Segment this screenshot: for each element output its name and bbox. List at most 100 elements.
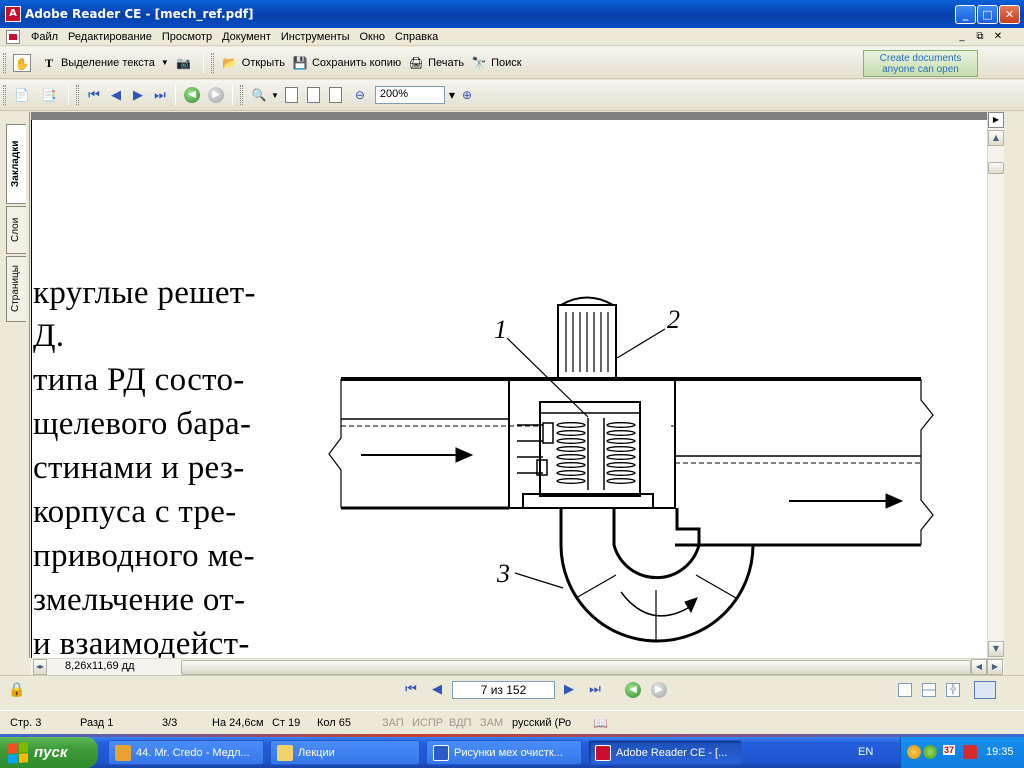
scroll-left-icon[interactable]: ◀ <box>971 659 987 675</box>
tray-badge[interactable]: 37 <box>943 745 956 755</box>
single-page-layout-icon[interactable] <box>898 683 912 697</box>
menu-document[interactable]: Документ <box>217 31 276 43</box>
folder-open-icon: 📂 <box>222 55 238 70</box>
status-extend[interactable]: ВДП <box>449 717 471 729</box>
attach-panel-button[interactable]: 📑 <box>37 84 64 106</box>
doc-close-button[interactable]: ✕ <box>990 30 1006 44</box>
continuous-layout-icon[interactable] <box>922 683 936 697</box>
maximize-button[interactable]: □ <box>977 5 998 24</box>
close-button[interactable]: ✕ <box>999 5 1020 24</box>
document-view[interactable]: круглые решет- Д. типа РД состо- щелевог… <box>31 112 987 658</box>
horizontal-scrollbar[interactable]: ◂▸ 8,26x11,69 дд ◀ ▶ <box>31 658 1004 675</box>
text-line: змельчение от- <box>33 582 246 618</box>
language-indicator[interactable]: EN <box>858 746 873 758</box>
select-text-button[interactable]: T Выделение текста ▼ <box>37 52 172 74</box>
menu-help[interactable]: Справка <box>390 31 443 43</box>
task-label: Лекции <box>298 746 335 759</box>
scroll-down-icon[interactable]: ▼ <box>988 641 1004 657</box>
save-copy-button[interactable]: 💾 Сохранить копию <box>288 52 404 74</box>
fit-width-button[interactable] <box>326 84 348 106</box>
scroll-thumb[interactable] <box>988 162 1004 174</box>
hand-tool-button[interactable]: ✋ <box>10 52 37 74</box>
tab-layers[interactable]: Слои <box>6 206 26 254</box>
search-button[interactable]: 🔭 Поиск <box>467 52 524 74</box>
options-arrow-icon[interactable]: ▶ <box>988 112 1004 128</box>
doc-minimize-button[interactable]: _ <box>954 30 970 44</box>
zoom-out-button[interactable]: ⊖ <box>348 84 375 106</box>
go-back-icon[interactable]: ◀ <box>184 87 200 103</box>
status-overtype[interactable]: ЗАМ <box>480 717 503 729</box>
promo-banner[interactable]: Create documents anyone can open <box>863 50 978 77</box>
next-page-icon[interactable]: ▶ <box>127 88 149 103</box>
zoom-input[interactable]: 200% <box>374 86 445 104</box>
continuous-facing-layout-icon[interactable] <box>974 681 996 699</box>
taskbar-item-lectures[interactable]: Лекции <box>270 740 420 765</box>
menu-window[interactable]: Окно <box>354 31 390 43</box>
zoom-plus-button[interactable]: ⊕ <box>455 84 482 106</box>
toolbar-grip[interactable] <box>3 85 6 105</box>
status-record[interactable]: ЗАП <box>382 717 404 729</box>
last-page-icon[interactable]: ⏭ <box>584 682 606 697</box>
first-page-icon[interactable]: ⏮ <box>83 88 105 103</box>
snapshot-tool-button[interactable]: 📷 <box>172 52 199 74</box>
clock[interactable]: 19:35 <box>986 746 1014 758</box>
previous-page-icon[interactable]: ◀ <box>105 88 127 103</box>
vertical-scrollbar[interactable]: ▶ ▲ ▼ <box>987 112 1004 658</box>
page-number-input[interactable]: 7 из 152 <box>452 681 555 699</box>
split-handle-icon[interactable]: ◂▸ <box>33 659 47 675</box>
text-line: стинами и рез- <box>33 450 245 486</box>
last-page-icon[interactable]: ⏭ <box>149 88 171 103</box>
menu-file[interactable]: Файл <box>26 31 63 43</box>
go-forward-icon[interactable]: ▶ <box>208 87 224 103</box>
print-button[interactable]: 🖨 Печать <box>404 52 467 74</box>
figure-label: 1 <box>494 315 507 344</box>
pdf-page: круглые решет- Д. типа РД состо- щелевог… <box>31 120 987 658</box>
toolbar-grip[interactable] <box>240 85 243 105</box>
menu-edit[interactable]: Редактирование <box>63 31 157 43</box>
tray-app-icon[interactable] <box>907 745 921 759</box>
actual-size-button[interactable] <box>282 84 304 106</box>
zoom-in-button[interactable]: 🔍 ▼ <box>247 84 282 106</box>
binoculars-icon: 🔭 <box>471 55 487 70</box>
start-button[interactable]: пуск <box>0 737 98 768</box>
page-size-readout: 8,26x11,69 дд <box>65 660 135 672</box>
toolbar-grip[interactable] <box>76 85 79 105</box>
toolbar-grip[interactable] <box>3 52 6 73</box>
scroll-up-icon[interactable]: ▲ <box>988 130 1004 146</box>
page-arrow-icon: 📄 <box>14 88 30 102</box>
go-forward-icon[interactable]: ▶ <box>651 682 667 698</box>
pages-panel-button[interactable]: 📄 <box>10 84 37 106</box>
tray-network-icon[interactable] <box>923 745 937 759</box>
open-button[interactable]: 📂 Открыть <box>218 52 288 74</box>
fit-page-button[interactable] <box>304 84 326 106</box>
scroll-right-icon[interactable]: ▶ <box>987 659 1003 675</box>
menu-view[interactable]: Просмотр <box>157 31 217 43</box>
promo-line-1: Create documents <box>879 53 962 64</box>
tray-antivirus-icon[interactable] <box>963 745 977 759</box>
taskbar-item-word-document[interactable]: Рисунки мех очистк... <box>426 740 582 765</box>
printer-icon: 🖨 <box>408 55 424 70</box>
go-back-icon[interactable]: ◀ <box>625 682 641 698</box>
minimize-button[interactable]: _ <box>955 5 976 24</box>
status-track[interactable]: ИСПР <box>412 717 443 729</box>
toolbar-separator <box>202 52 204 73</box>
chevron-down-icon[interactable]: ▼ <box>271 91 279 100</box>
spelling-check-icon[interactable]: 📖 <box>593 716 608 730</box>
tab-bookmarks[interactable]: Закладки <box>6 124 26 204</box>
taskbar-item-adobe-reader[interactable]: Adobe Reader CE - [... <box>588 740 742 765</box>
tab-pages[interactable]: Страницы <box>6 256 26 322</box>
taskbar-item-media-player[interactable]: 44. Mr. Credo - Медл... <box>108 740 264 765</box>
status-section: Разд 1 <box>80 716 114 729</box>
facing-layout-icon[interactable]: ╬ <box>946 683 960 697</box>
next-page-icon[interactable]: ▶ <box>558 682 580 697</box>
toolbar-grip[interactable] <box>210 52 214 73</box>
doc-restore-button[interactable]: ⧉ <box>972 30 988 44</box>
chevron-down-icon[interactable]: ▼ <box>161 58 169 67</box>
bottom-navigation: 🔒 ⏮ ◀ 7 из 152 ▶ ⏭ ◀ ▶ ╬ <box>0 675 1024 703</box>
first-page-icon[interactable]: ⏮ <box>400 682 422 697</box>
menu-tools[interactable]: Инструменты <box>276 31 355 43</box>
previous-page-icon[interactable]: ◀ <box>426 682 448 697</box>
camera-icon: 📷 <box>176 55 192 70</box>
hscroll-thumb[interactable] <box>181 660 971 675</box>
navigation-tabs-panel: Закладки Слои Страницы <box>0 112 30 658</box>
